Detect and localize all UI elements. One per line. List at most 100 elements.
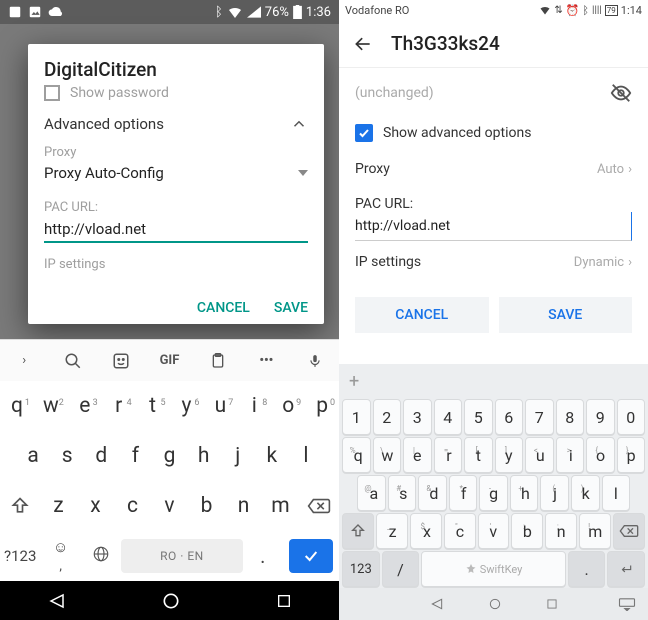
key-e[interactable]: e3 [68,394,102,418]
key-r[interactable]: =r [434,437,463,473]
emoji-key[interactable]: ☺, [40,538,80,574]
checkbox-icon[interactable] [44,85,60,101]
enter-key[interactable] [607,551,645,587]
key-n[interactable]: ;n [545,513,577,549]
proxy-dropdown[interactable]: Proxy Auto-Config [44,164,308,182]
key-2[interactable]: 2 [373,399,402,435]
key-l[interactable]: l [602,475,631,511]
key-j[interactable]: (j [540,475,569,511]
spacebar[interactable]: SwiftKey [421,551,566,587]
key-9[interactable]: 9 [586,399,615,435]
key-p[interactable]: }p [617,437,646,473]
sticker-icon[interactable] [97,352,145,370]
back-arrow-icon[interactable] [353,34,373,54]
key-5[interactable]: 5 [464,399,493,435]
key-u[interactable]: u7 [203,394,237,418]
backspace-key[interactable] [613,513,645,549]
key-3[interactable]: 3 [403,399,432,435]
more-icon[interactable]: ••• [242,353,290,368]
symbols-key[interactable]: ?123 [0,547,40,565]
shift-key[interactable] [342,513,374,549]
key-0[interactable]: 0 [617,399,646,435]
key-i[interactable]: >i [556,437,585,473]
key-f[interactable]: f [118,444,152,468]
key-6[interactable]: 6 [495,399,524,435]
clipboard-icon[interactable] [194,352,242,370]
key-v[interactable]: v [151,494,188,518]
back-button[interactable] [48,592,66,610]
pac-url-input[interactable] [355,212,632,241]
show-password-row[interactable]: Show password [44,85,308,101]
key-s[interactable]: s [50,444,84,468]
keyboard-toggle-icon[interactable] [618,597,636,611]
back-button[interactable] [429,596,445,612]
show-advanced-row[interactable]: Show advanced options [355,118,632,148]
key-o[interactable]: {o [586,437,615,473]
key-k[interactable]: k [255,444,289,468]
save-button[interactable]: SAVE [499,297,633,333]
mic-icon[interactable] [291,352,339,370]
key-b[interactable]: b [188,494,225,518]
language-key[interactable] [81,545,121,567]
key-s[interactable]: #s [388,475,417,511]
key-l[interactable]: l [289,444,323,468]
key-w[interactable]: w2 [34,394,68,418]
key-z[interactable]: _z [376,513,408,549]
key-w[interactable]: \w [373,437,402,473]
ip-settings-row[interactable]: IP settings Dynamic› [355,241,632,283]
cancel-button[interactable]: CANCEL [197,300,250,316]
save-button[interactable]: SAVE [274,300,308,316]
search-icon[interactable] [48,352,96,370]
gif-button[interactable]: GIF [145,353,193,368]
key-4[interactable]: 4 [434,399,463,435]
key-e[interactable]: |e [403,437,432,473]
key-d[interactable]: &d [418,475,447,511]
eye-off-icon[interactable] [610,82,632,104]
key-x[interactable]: x [77,494,114,518]
key-u[interactable]: <u [525,437,554,473]
keyboard-plus-row[interactable]: + [339,364,648,398]
backspace-key[interactable] [299,497,339,515]
enter-key[interactable] [289,539,333,573]
key-a[interactable]: @a [357,475,386,511]
home-button[interactable] [487,596,503,612]
checkbox-checked-icon[interactable] [355,124,373,142]
spacebar[interactable]: RO · EN [121,539,242,573]
key-y[interactable]: ]y [495,437,524,473]
key-1[interactable]: 1 [342,399,371,435]
recent-button[interactable] [545,597,559,611]
symbols-key[interactable]: 123 [342,551,380,587]
home-button[interactable] [161,591,181,611]
key-j[interactable]: j [221,444,255,468]
chevron-right-icon[interactable]: › [0,353,48,368]
key-t[interactable]: t5 [136,394,170,418]
key-v[interactable]: 'v [478,513,510,549]
key-x[interactable]: $x [410,513,442,549]
key-r[interactable]: r4 [102,394,136,418]
key-q[interactable]: %q [342,437,371,473]
key-n[interactable]: n [225,494,262,518]
proxy-row[interactable]: Proxy Auto› [355,148,632,190]
key-a[interactable]: a [16,444,50,468]
key-y[interactable]: y6 [170,394,204,418]
key-p[interactable]: p0 [305,394,339,418]
key-k[interactable]: )k [571,475,600,511]
advanced-options-row[interactable]: Advanced options [44,115,308,133]
key-m[interactable]: m [262,494,299,518]
key-h[interactable]: h [187,444,221,468]
key-g[interactable]: -g [479,475,508,511]
key-m[interactable]: !m [579,513,611,549]
key-z[interactable]: z [40,494,77,518]
key-7[interactable]: 7 [525,399,554,435]
recent-button[interactable] [276,593,292,609]
key-f[interactable]: *f [449,475,478,511]
key-i[interactable]: i8 [237,394,271,418]
key-c[interactable]: "c [444,513,476,549]
key-d[interactable]: d [84,444,118,468]
pac-url-input[interactable] [44,217,308,243]
key-g[interactable]: g [152,444,186,468]
slash-key[interactable]: / [382,551,420,587]
key-b[interactable]: :b [511,513,543,549]
cancel-button[interactable]: CANCEL [355,297,489,333]
shift-key[interactable] [0,496,40,516]
